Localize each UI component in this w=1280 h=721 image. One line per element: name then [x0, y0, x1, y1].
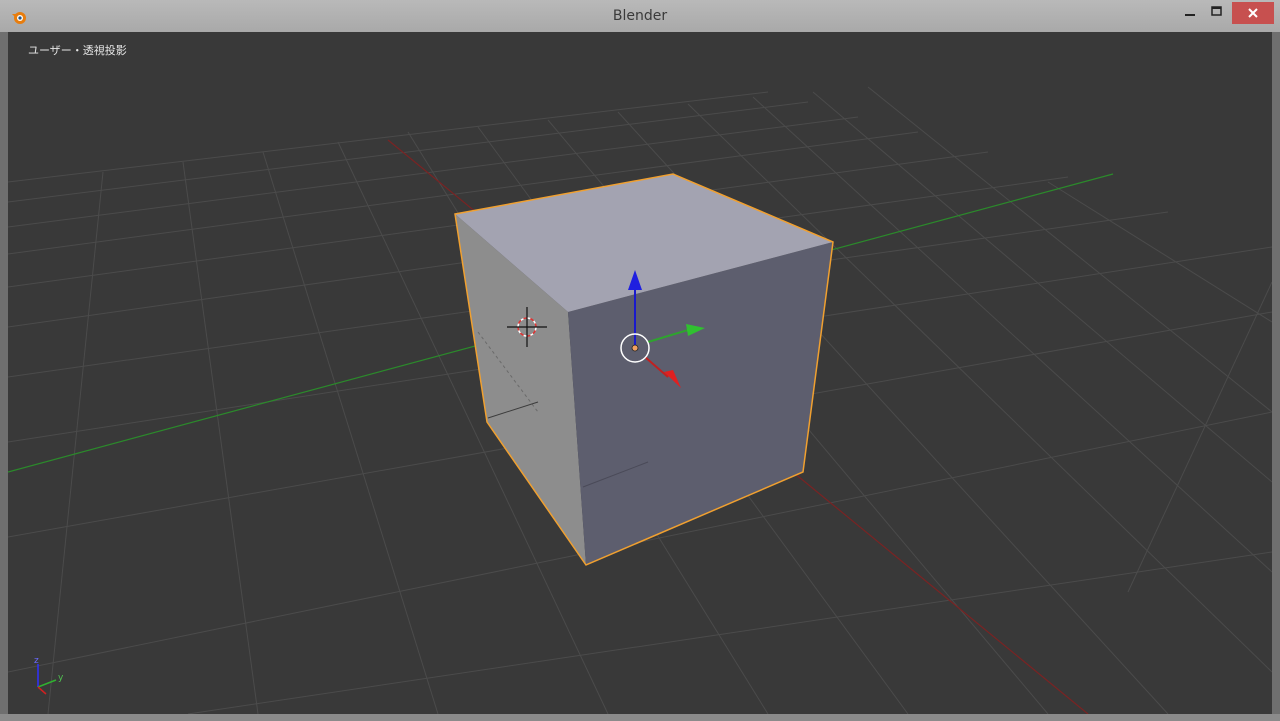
cube-object[interactable] [454, 173, 834, 566]
minimize-button[interactable] [1176, 2, 1204, 24]
window-titlebar[interactable]: Blender [0, 0, 1280, 32]
window-title: Blender [612, 8, 668, 24]
view-mode-label: ユーザー・透視投影 [28, 44, 127, 57]
close-button[interactable] [1232, 2, 1274, 24]
maximize-button[interactable] [1204, 2, 1230, 24]
viewport-scene[interactable]: z y [8, 32, 1272, 714]
window-bottom-border [0, 714, 1280, 721]
axis-y-label: y [58, 673, 64, 683]
window-right-border [1272, 32, 1280, 714]
minimize-icon [1185, 14, 1195, 16]
window-left-border [0, 32, 8, 714]
close-icon [1248, 8, 1258, 18]
object-origin-icon [631, 344, 639, 352]
3d-viewport[interactable]: z y ユーザー・透視投影 [8, 32, 1272, 714]
axis-z-label: z [34, 656, 39, 666]
